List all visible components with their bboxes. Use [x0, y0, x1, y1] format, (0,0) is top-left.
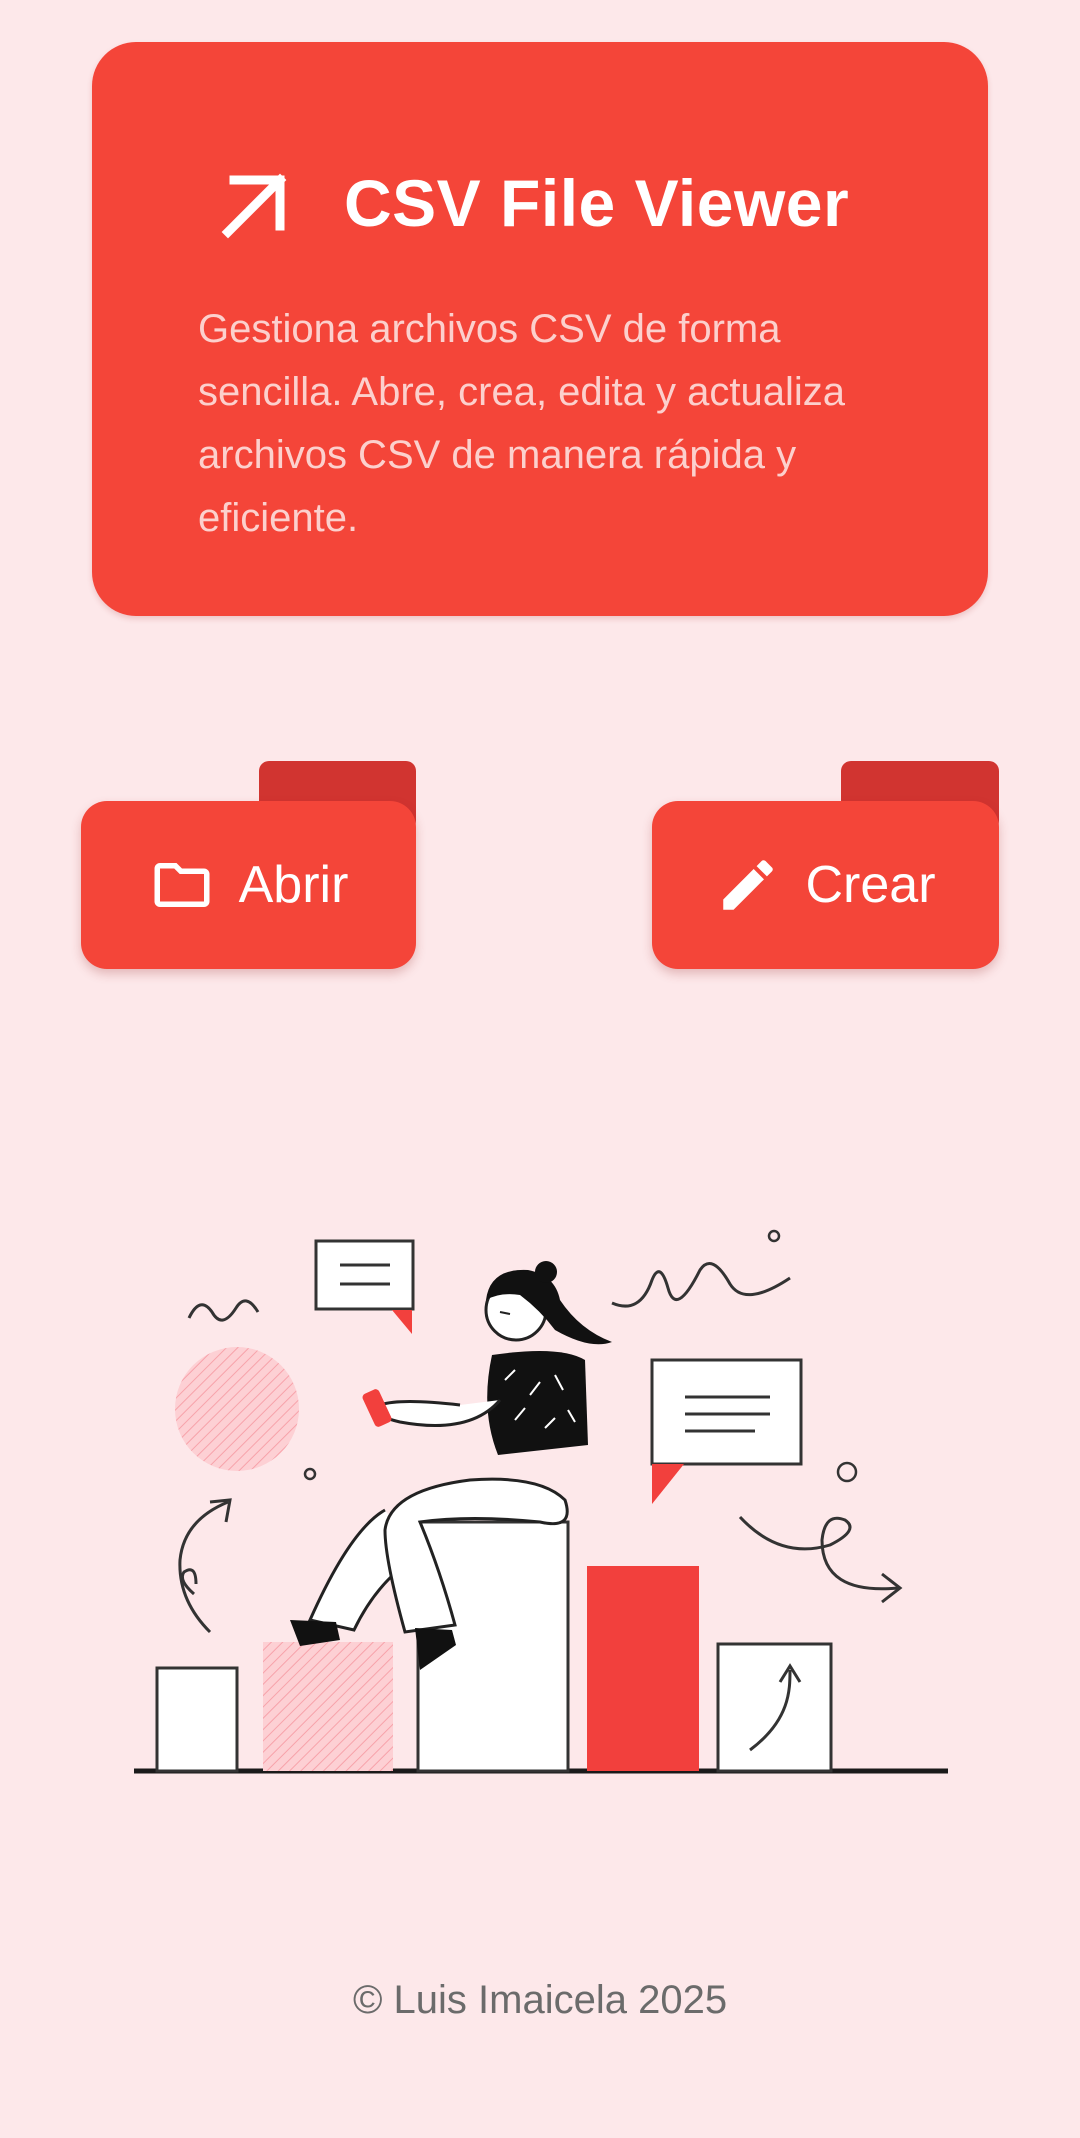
hatched-circle	[175, 1347, 299, 1471]
create-button-label: Crear	[805, 856, 936, 914]
hero-illustration	[134, 1229, 948, 1774]
open-button-group: Abrir	[81, 761, 416, 969]
folder-icon	[154, 863, 210, 907]
header-card: CSV File Viewer Gestiona archivos CSV de…	[92, 42, 988, 616]
footer-copyright: © Luis Imaicela 2025	[352, 1978, 728, 2022]
app-title: CSV File Viewer	[344, 166, 850, 240]
bar-4	[587, 1566, 699, 1771]
header-title-row: CSV File Viewer	[216, 164, 849, 242]
create-button[interactable]: Crear	[652, 801, 999, 969]
pencil-icon	[723, 860, 774, 910]
speech-bubble-large	[650, 1358, 803, 1466]
speech-bubble-small	[314, 1239, 415, 1311]
create-button-group: Crear	[652, 761, 999, 969]
bar-2	[263, 1642, 393, 1771]
bar-1	[155, 1666, 239, 1773]
arrow-up-right-icon	[221, 173, 287, 239]
bar-5	[716, 1642, 833, 1773]
open-button[interactable]: Abrir	[81, 801, 416, 969]
open-button-label: Abrir	[238, 856, 349, 914]
app-description: Gestiona archivos CSV de forma sencilla.…	[198, 307, 846, 540]
